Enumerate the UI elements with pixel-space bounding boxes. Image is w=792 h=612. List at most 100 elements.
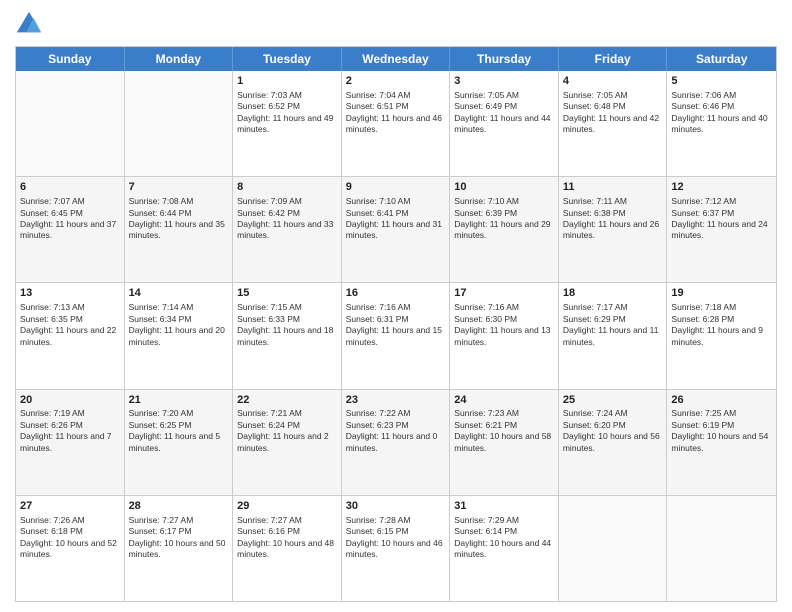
cell-info: Sunrise: 7:29 AM Sunset: 6:14 PM Dayligh…: [454, 515, 554, 561]
calendar-header: SundayMondayTuesdayWednesdayThursdayFrid…: [16, 47, 776, 71]
calendar-body: 1Sunrise: 7:03 AM Sunset: 6:52 PM Daylig…: [16, 71, 776, 601]
cell-info: Sunrise: 7:16 AM Sunset: 6:31 PM Dayligh…: [346, 302, 446, 348]
cell-info: Sunrise: 7:26 AM Sunset: 6:18 PM Dayligh…: [20, 515, 120, 561]
cell-info: Sunrise: 7:16 AM Sunset: 6:30 PM Dayligh…: [454, 302, 554, 348]
calendar-row: 1Sunrise: 7:03 AM Sunset: 6:52 PM Daylig…: [16, 71, 776, 177]
cell-info: Sunrise: 7:27 AM Sunset: 6:17 PM Dayligh…: [129, 515, 229, 561]
day-number: 17: [454, 286, 554, 301]
day-number: 29: [237, 499, 337, 514]
calendar-cell: 9Sunrise: 7:10 AM Sunset: 6:41 PM Daylig…: [342, 177, 451, 282]
day-number: 22: [237, 393, 337, 408]
cell-info: Sunrise: 7:24 AM Sunset: 6:20 PM Dayligh…: [563, 408, 663, 454]
calendar-cell: 28Sunrise: 7:27 AM Sunset: 6:17 PM Dayli…: [125, 496, 234, 601]
cell-info: Sunrise: 7:08 AM Sunset: 6:44 PM Dayligh…: [129, 196, 229, 242]
cell-info: Sunrise: 7:09 AM Sunset: 6:42 PM Dayligh…: [237, 196, 337, 242]
calendar-cell: 6Sunrise: 7:07 AM Sunset: 6:45 PM Daylig…: [16, 177, 125, 282]
calendar-row: 6Sunrise: 7:07 AM Sunset: 6:45 PM Daylig…: [16, 177, 776, 283]
calendar-cell: 7Sunrise: 7:08 AM Sunset: 6:44 PM Daylig…: [125, 177, 234, 282]
cell-info: Sunrise: 7:22 AM Sunset: 6:23 PM Dayligh…: [346, 408, 446, 454]
cell-info: Sunrise: 7:10 AM Sunset: 6:39 PM Dayligh…: [454, 196, 554, 242]
calendar-row: 27Sunrise: 7:26 AM Sunset: 6:18 PM Dayli…: [16, 496, 776, 601]
calendar-cell: 11Sunrise: 7:11 AM Sunset: 6:38 PM Dayli…: [559, 177, 668, 282]
day-number: 21: [129, 393, 229, 408]
cell-info: Sunrise: 7:25 AM Sunset: 6:19 PM Dayligh…: [671, 408, 772, 454]
day-number: 13: [20, 286, 120, 301]
day-number: 27: [20, 499, 120, 514]
calendar-cell: 23Sunrise: 7:22 AM Sunset: 6:23 PM Dayli…: [342, 390, 451, 495]
cell-info: Sunrise: 7:20 AM Sunset: 6:25 PM Dayligh…: [129, 408, 229, 454]
calendar-cell: 29Sunrise: 7:27 AM Sunset: 6:16 PM Dayli…: [233, 496, 342, 601]
day-number: 28: [129, 499, 229, 514]
cell-info: Sunrise: 7:23 AM Sunset: 6:21 PM Dayligh…: [454, 408, 554, 454]
calendar-cell: 22Sunrise: 7:21 AM Sunset: 6:24 PM Dayli…: [233, 390, 342, 495]
logo-icon: [15, 10, 43, 38]
calendar-cell: [16, 71, 125, 176]
day-number: 30: [346, 499, 446, 514]
cell-info: Sunrise: 7:03 AM Sunset: 6:52 PM Dayligh…: [237, 90, 337, 136]
day-number: 6: [20, 180, 120, 195]
calendar-cell: 15Sunrise: 7:15 AM Sunset: 6:33 PM Dayli…: [233, 283, 342, 388]
weekday-header: Tuesday: [233, 47, 342, 71]
day-number: 4: [563, 74, 663, 89]
day-number: 18: [563, 286, 663, 301]
cell-info: Sunrise: 7:17 AM Sunset: 6:29 PM Dayligh…: [563, 302, 663, 348]
calendar-cell: 25Sunrise: 7:24 AM Sunset: 6:20 PM Dayli…: [559, 390, 668, 495]
calendar-cell: 14Sunrise: 7:14 AM Sunset: 6:34 PM Dayli…: [125, 283, 234, 388]
cell-info: Sunrise: 7:12 AM Sunset: 6:37 PM Dayligh…: [671, 196, 772, 242]
cell-info: Sunrise: 7:11 AM Sunset: 6:38 PM Dayligh…: [563, 196, 663, 242]
calendar-row: 13Sunrise: 7:13 AM Sunset: 6:35 PM Dayli…: [16, 283, 776, 389]
calendar-cell: 24Sunrise: 7:23 AM Sunset: 6:21 PM Dayli…: [450, 390, 559, 495]
weekday-header: Thursday: [450, 47, 559, 71]
day-number: 14: [129, 286, 229, 301]
calendar-cell: [125, 71, 234, 176]
day-number: 15: [237, 286, 337, 301]
page-container: SundayMondayTuesdayWednesdayThursdayFrid…: [0, 0, 792, 612]
cell-info: Sunrise: 7:13 AM Sunset: 6:35 PM Dayligh…: [20, 302, 120, 348]
calendar-cell: 21Sunrise: 7:20 AM Sunset: 6:25 PM Dayli…: [125, 390, 234, 495]
calendar-row: 20Sunrise: 7:19 AM Sunset: 6:26 PM Dayli…: [16, 390, 776, 496]
day-number: 10: [454, 180, 554, 195]
day-number: 5: [671, 74, 772, 89]
cell-info: Sunrise: 7:14 AM Sunset: 6:34 PM Dayligh…: [129, 302, 229, 348]
day-number: 24: [454, 393, 554, 408]
cell-info: Sunrise: 7:28 AM Sunset: 6:15 PM Dayligh…: [346, 515, 446, 561]
calendar-cell: 19Sunrise: 7:18 AM Sunset: 6:28 PM Dayli…: [667, 283, 776, 388]
calendar-cell: 5Sunrise: 7:06 AM Sunset: 6:46 PM Daylig…: [667, 71, 776, 176]
day-number: 8: [237, 180, 337, 195]
weekday-header: Wednesday: [342, 47, 451, 71]
cell-info: Sunrise: 7:04 AM Sunset: 6:51 PM Dayligh…: [346, 90, 446, 136]
day-number: 11: [563, 180, 663, 195]
calendar-cell: 27Sunrise: 7:26 AM Sunset: 6:18 PM Dayli…: [16, 496, 125, 601]
weekday-header: Friday: [559, 47, 668, 71]
calendar-cell: 8Sunrise: 7:09 AM Sunset: 6:42 PM Daylig…: [233, 177, 342, 282]
day-number: 31: [454, 499, 554, 514]
cell-info: Sunrise: 7:05 AM Sunset: 6:49 PM Dayligh…: [454, 90, 554, 136]
calendar-cell: 2Sunrise: 7:04 AM Sunset: 6:51 PM Daylig…: [342, 71, 451, 176]
logo: [15, 10, 45, 38]
cell-info: Sunrise: 7:27 AM Sunset: 6:16 PM Dayligh…: [237, 515, 337, 561]
calendar-cell: 13Sunrise: 7:13 AM Sunset: 6:35 PM Dayli…: [16, 283, 125, 388]
weekday-header: Sunday: [16, 47, 125, 71]
cell-info: Sunrise: 7:07 AM Sunset: 6:45 PM Dayligh…: [20, 196, 120, 242]
calendar-cell: 26Sunrise: 7:25 AM Sunset: 6:19 PM Dayli…: [667, 390, 776, 495]
calendar-cell: [667, 496, 776, 601]
calendar-cell: 12Sunrise: 7:12 AM Sunset: 6:37 PM Dayli…: [667, 177, 776, 282]
calendar-cell: 18Sunrise: 7:17 AM Sunset: 6:29 PM Dayli…: [559, 283, 668, 388]
day-number: 19: [671, 286, 772, 301]
calendar-cell: 4Sunrise: 7:05 AM Sunset: 6:48 PM Daylig…: [559, 71, 668, 176]
day-number: 20: [20, 393, 120, 408]
day-number: 2: [346, 74, 446, 89]
day-number: 16: [346, 286, 446, 301]
calendar-cell: 3Sunrise: 7:05 AM Sunset: 6:49 PM Daylig…: [450, 71, 559, 176]
calendar-cell: 30Sunrise: 7:28 AM Sunset: 6:15 PM Dayli…: [342, 496, 451, 601]
calendar-cell: 17Sunrise: 7:16 AM Sunset: 6:30 PM Dayli…: [450, 283, 559, 388]
day-number: 26: [671, 393, 772, 408]
day-number: 25: [563, 393, 663, 408]
calendar-cell: 31Sunrise: 7:29 AM Sunset: 6:14 PM Dayli…: [450, 496, 559, 601]
cell-info: Sunrise: 7:06 AM Sunset: 6:46 PM Dayligh…: [671, 90, 772, 136]
cell-info: Sunrise: 7:05 AM Sunset: 6:48 PM Dayligh…: [563, 90, 663, 136]
cell-info: Sunrise: 7:21 AM Sunset: 6:24 PM Dayligh…: [237, 408, 337, 454]
weekday-header: Saturday: [667, 47, 776, 71]
calendar-cell: 20Sunrise: 7:19 AM Sunset: 6:26 PM Dayli…: [16, 390, 125, 495]
calendar-cell: 10Sunrise: 7:10 AM Sunset: 6:39 PM Dayli…: [450, 177, 559, 282]
